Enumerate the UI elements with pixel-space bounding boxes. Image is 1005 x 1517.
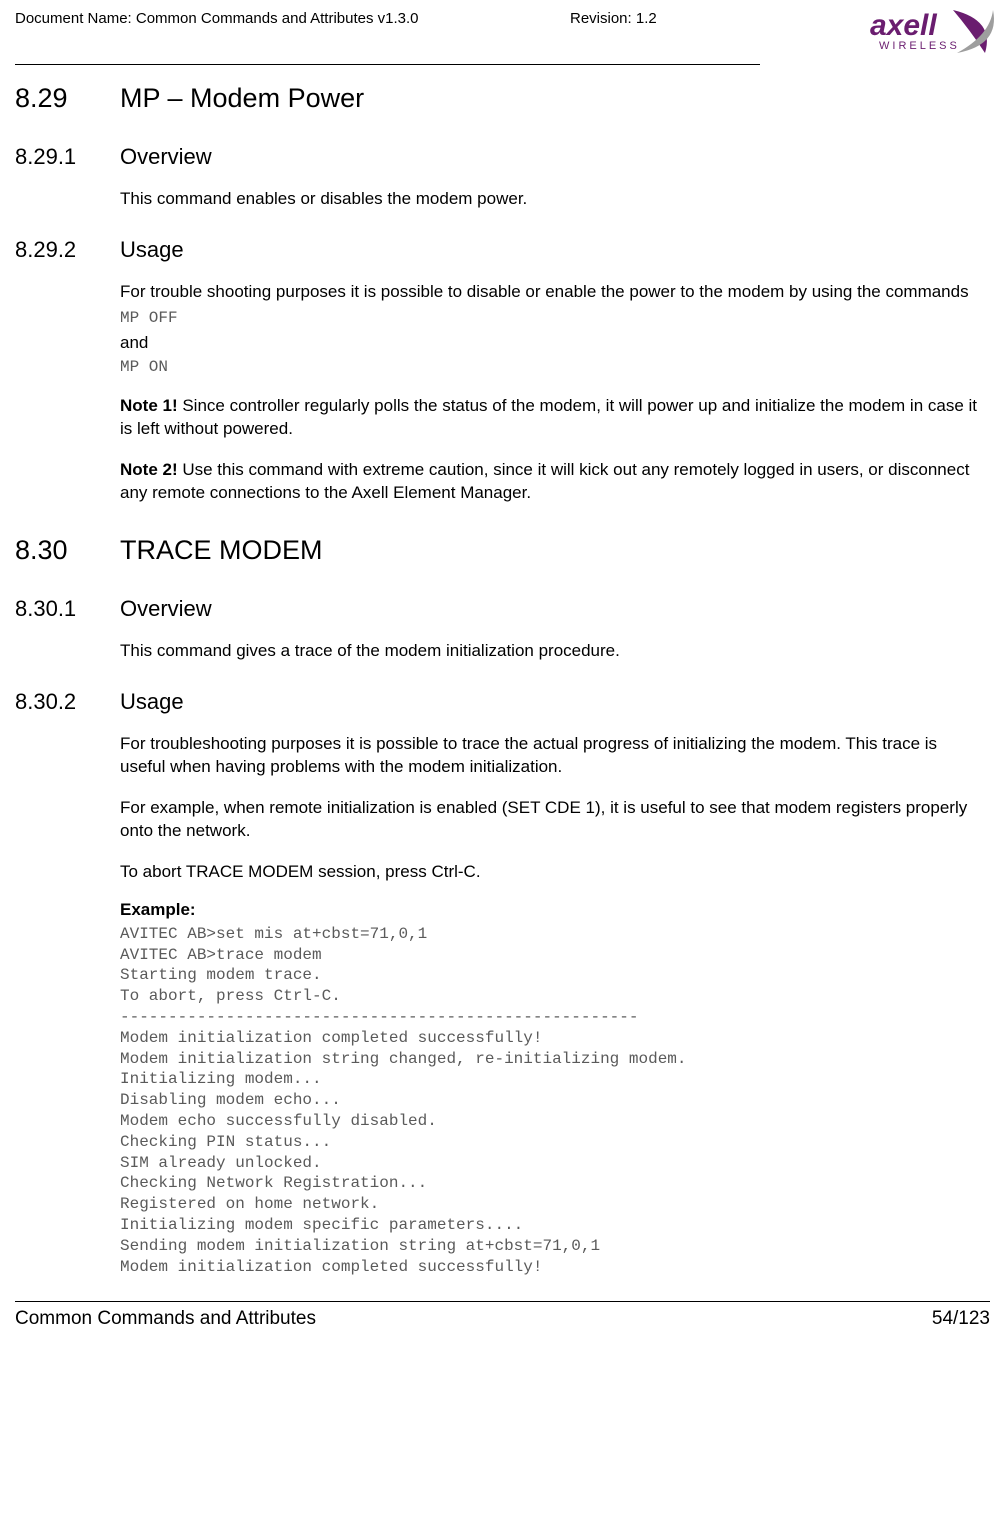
overview-body: This command gives a trace of the modem … [120,640,986,663]
subsection-number: 8.29.2 [15,237,120,505]
usage-para-1: For troubleshooting purposes it is possi… [120,733,986,779]
note-2-body: Use this command with extreme caution, s… [120,460,969,502]
subsection-title: Usage [120,237,986,263]
note-1-label: Note 1! [120,396,178,415]
usage-intro: For trouble shooting purposes it is poss… [120,281,986,304]
subsection-title: Overview [120,144,986,170]
doc-name-label: Document Name: Common Commands and Attri… [15,10,570,27]
section-title: MP – Modem Power [120,83,986,114]
header-divider [15,64,760,65]
subsection-number: 8.30.2 [15,689,120,1277]
section-number: 8.30 [15,535,120,566]
section-number: 8.29 [15,83,120,114]
command-off: MP OFF [120,308,986,329]
subsection-number: 8.30.1 [15,596,120,663]
subsection-title: Overview [120,596,986,622]
overview-body: This command enables or disables the mod… [120,188,986,211]
section-title: TRACE MODEM [120,535,986,566]
usage-para-3: To abort TRACE MODEM session, press Ctrl… [120,861,986,884]
svg-text:WIRELESS: WIRELESS [879,40,960,52]
svg-text:axell: axell [870,9,937,42]
footer-left: Common Commands and Attributes [15,1308,316,1330]
example-body: AVITEC AB>set mis at+cbst=71,0,1 AVITEC … [120,924,986,1278]
brand-logo: axell WIRELESS [775,5,1005,60]
command-on: MP ON [120,357,986,378]
footer-divider [15,1301,990,1302]
subsection-title: Usage [120,689,986,715]
note-1-body: Since controller regularly polls the sta… [120,396,977,438]
and-word: and [120,333,986,353]
note-2: Note 2! Use this command with extreme ca… [120,459,986,505]
note-1: Note 1! Since controller regularly polls… [120,395,986,441]
example-label: Example: [120,900,986,920]
subsection-number: 8.29.1 [15,144,120,211]
note-2-label: Note 2! [120,460,178,479]
usage-para-2: For example, when remote initialization … [120,797,986,843]
footer-right: 54/123 [932,1308,990,1330]
